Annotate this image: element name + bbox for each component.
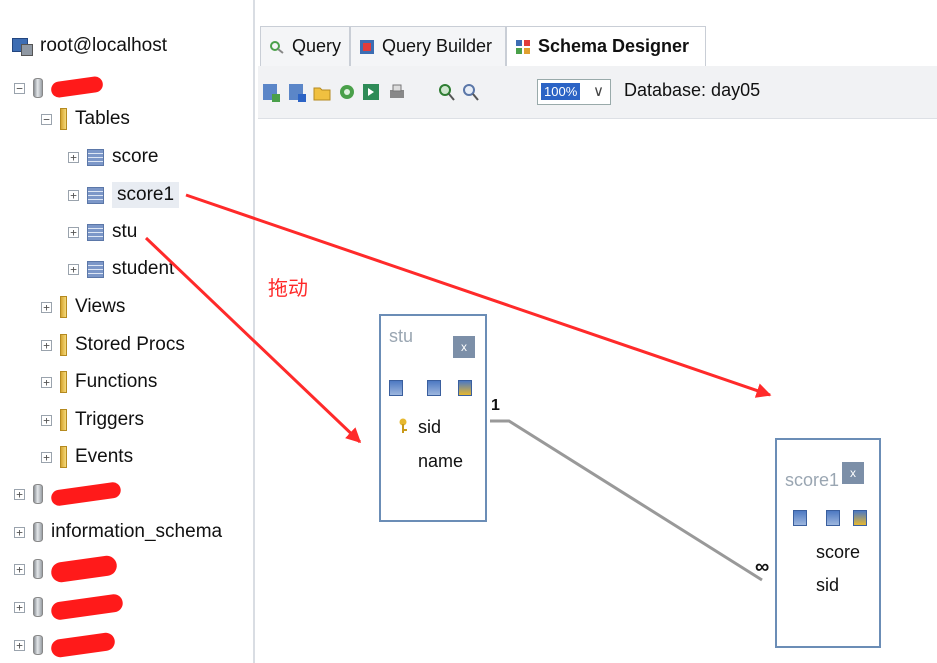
relationship-line	[490, 419, 763, 582]
index-icon[interactable]	[458, 380, 472, 396]
primary-key-icon	[399, 418, 407, 433]
close-icon[interactable]: x	[453, 336, 475, 358]
cardinality-one: 1	[491, 397, 500, 414]
edit-table-icon[interactable]	[826, 510, 840, 526]
entity-title: score1	[785, 470, 840, 490]
field-name[interactable]: name	[418, 451, 463, 472]
add-field-icon[interactable]	[389, 380, 403, 396]
index-icon[interactable]	[853, 510, 867, 526]
drag-arrow-stu	[144, 236, 362, 444]
cardinality-many: ∞	[755, 556, 770, 578]
drag-annotation: 拖动	[268, 278, 308, 300]
add-field-icon[interactable]	[793, 510, 807, 526]
entity-score1[interactable]: score1 x score sid	[775, 438, 881, 648]
close-icon[interactable]: x	[842, 462, 864, 484]
entity-stu[interactable]: stu x sid name	[379, 314, 487, 522]
field-score[interactable]: score	[816, 542, 860, 563]
field-sid[interactable]: sid	[816, 575, 839, 596]
entity-title: stu	[389, 326, 414, 346]
edit-table-icon[interactable]	[427, 380, 441, 396]
field-sid[interactable]: sid	[418, 417, 441, 438]
